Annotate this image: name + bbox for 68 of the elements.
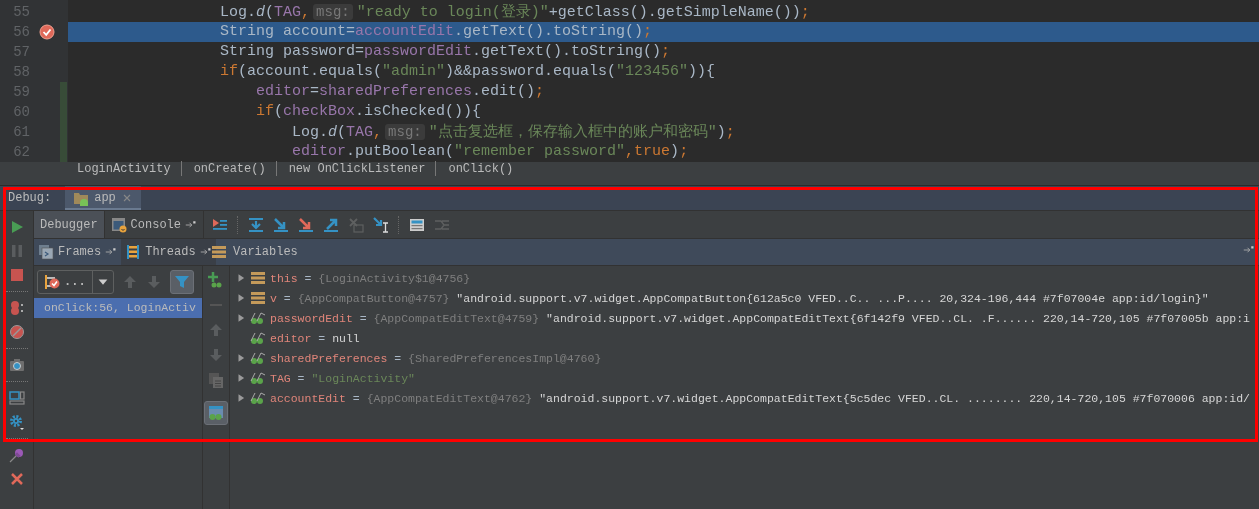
expand-arrow-icon[interactable] xyxy=(236,373,246,383)
layout-icon[interactable] xyxy=(8,390,25,406)
step-over-icon[interactable] xyxy=(248,216,265,233)
execution-point-icon[interactable] xyxy=(212,216,229,233)
glasses-icon xyxy=(250,370,266,386)
stack-icon xyxy=(250,270,266,286)
code-line: if(checkBox.isChecked()){ xyxy=(255,102,483,122)
breakpoints-icon[interactable] xyxy=(8,300,25,316)
code-line: editor=sharedPreferences.edit(); xyxy=(255,82,546,102)
settings-icon[interactable] xyxy=(8,414,25,430)
thread-icon xyxy=(44,274,60,290)
step-out-icon[interactable] xyxy=(323,216,340,233)
drop-frame-icon[interactable] xyxy=(348,216,365,233)
stack-icon xyxy=(250,290,266,306)
threads-icon xyxy=(125,244,142,260)
move-up-icon[interactable] xyxy=(208,322,224,338)
code-line: editor.putBoolean("remember password",true); xyxy=(291,142,690,162)
panel-title: Variables xyxy=(233,245,298,259)
console-icon xyxy=(110,216,127,233)
variable-entry[interactable]: v = {AppCompatButton@4757} "android.support.v7.widget.AppCompatButton{612a5c0 VFED..C.. ...P.... 20,324-196,444 #7f07004e app:id/login}" xyxy=(270,291,1209,305)
copy-icon[interactable] xyxy=(208,372,224,388)
close-icon[interactable] xyxy=(8,471,25,487)
expand-arrow-icon[interactable] xyxy=(236,313,246,323)
run-to-cursor-icon[interactable] xyxy=(373,216,390,233)
android-folder-icon xyxy=(73,190,90,206)
glasses-icon xyxy=(250,350,266,366)
mute-breakpoints-icon[interactable] xyxy=(8,324,25,340)
breadcrumb[interactable]: onClick() xyxy=(448,162,514,176)
panel-label: Debug: xyxy=(7,191,53,205)
variable-entry[interactable]: this = {LoginActivity$1@4756} xyxy=(270,271,471,285)
breadcrumb[interactable]: new OnClickListener xyxy=(288,162,426,176)
session-tab[interactable]: app xyxy=(65,186,141,210)
panel-tab[interactable]: Threads xyxy=(121,239,216,265)
add-watch-icon[interactable] xyxy=(208,272,224,288)
watches-icon[interactable] xyxy=(208,405,224,421)
move-down-icon[interactable] xyxy=(208,347,224,363)
expand-arrow-icon[interactable] xyxy=(236,393,246,403)
variable-entry[interactable]: sharedPreferences = {SharedPreferencesImpl@4760} xyxy=(270,351,602,365)
tool-tab[interactable]: Console xyxy=(104,211,205,238)
breadcrumb[interactable]: onCreate() xyxy=(193,162,266,176)
breadcrumb[interactable]: LoginActivity xyxy=(77,162,171,176)
glasses-icon xyxy=(250,310,266,326)
code-line: Log.d(TAG, msg: "ready to login(登录)"+getClass().getSimpleName()); xyxy=(219,3,811,22)
breakpoint-icon[interactable] xyxy=(39,24,55,40)
code-line: if(account.equals("admin")&&password.equals("123456")){ xyxy=(219,62,717,82)
panel-tab[interactable]: Frames xyxy=(34,239,122,265)
variable-entry[interactable]: accountEdit = {AppCompatEditText@4762} "android.support.v7.widget.AppCompatEditText{5c5dec VFED..CL. ........ 220,14-720,105 #7f070006 app:id/ xyxy=(270,391,1250,405)
code-line: String password=passwordEdit.getText().toString(); xyxy=(219,42,672,62)
glasses-icon xyxy=(250,390,266,406)
code-line: Log.d(TAG, msg: "点击复选框，保存输入框中的账户和密码"); xyxy=(291,122,736,142)
frames-icon xyxy=(38,244,54,260)
filter-icon[interactable] xyxy=(173,274,190,290)
step-into-icon[interactable] xyxy=(273,216,290,233)
stack-icon xyxy=(211,244,227,260)
pin-icon[interactable] xyxy=(8,447,25,463)
tool-tab[interactable]: Debugger xyxy=(34,211,105,238)
glasses-icon xyxy=(250,330,266,346)
variable-entry[interactable]: passwordEdit = {AppCompatEditText@4759} "android.support.v7.widget.AppCompatEditText{6f142f9 VFED..CL. .F...... 220,14-720,105 #7f07005b app:i xyxy=(270,311,1250,325)
variable-entry[interactable]: TAG = "LoginActivity" xyxy=(270,371,415,385)
calculator-icon[interactable] xyxy=(409,216,426,233)
expand-arrow-icon[interactable] xyxy=(236,353,246,363)
force-step-into-icon[interactable] xyxy=(298,216,315,233)
expand-arrow-icon[interactable] xyxy=(236,273,246,283)
expand-arrow-icon[interactable] xyxy=(236,293,246,303)
variable-entry[interactable]: editor = null xyxy=(270,331,360,345)
camera-icon[interactable] xyxy=(8,357,25,373)
thread-dropdown[interactable]: ... xyxy=(37,270,114,294)
stop-icon[interactable] xyxy=(8,267,25,283)
